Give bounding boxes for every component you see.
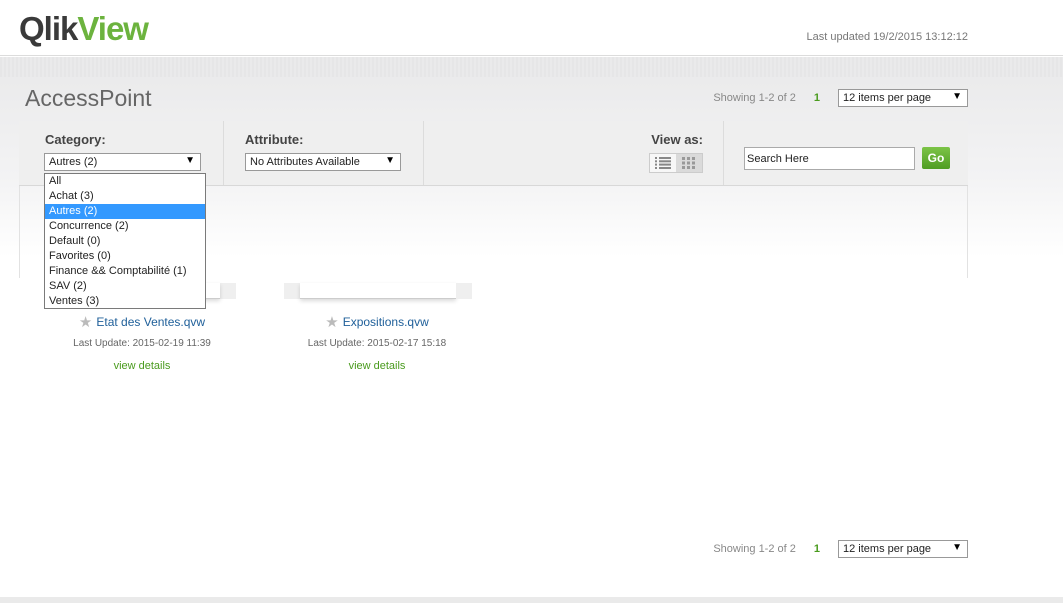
category-option-finance[interactable]: Finance && Comptabilité (1) <box>45 264 205 279</box>
page-title: AccessPoint <box>25 85 152 111</box>
favorite-star-icon[interactable]: ★ <box>79 313 92 331</box>
category-option-all[interactable]: All <box>45 174 205 189</box>
attribute-select-value: No Attributes Available <box>250 156 360 168</box>
category-option-sav[interactable]: SAV (2) <box>45 279 205 294</box>
items-per-page-value: 12 items per page <box>843 543 932 555</box>
grid-view-icon[interactable] <box>676 154 702 172</box>
showing-count: Showing 1-2 of 2 <box>713 92 796 104</box>
category-dropdown-list: All Achat (3) Autres (2) Concurrence (2)… <box>44 173 206 309</box>
chevron-down-icon: ▼ <box>952 542 962 553</box>
pager-top: Showing 1-2 of 2 1 12 items per page ▼ <box>713 89 968 107</box>
top-bar: QlikView Last updated 19/2/2015 13:12:12 <box>0 0 1063 56</box>
view-toggle <box>649 153 703 173</box>
search-input[interactable]: Search Here <box>744 147 915 170</box>
logo-view-text: View <box>77 10 149 47</box>
showing-count: Showing 1-2 of 2 <box>713 543 796 555</box>
document-last-update: Last Update: 2015-02-17 15:18 <box>307 338 447 349</box>
page-number-link[interactable]: 1 <box>814 92 820 104</box>
document-thumbnail[interactable] <box>284 283 472 299</box>
category-label: Category: <box>45 132 106 147</box>
page-number-link[interactable]: 1 <box>814 543 820 555</box>
document-link[interactable]: ★ Expositions.qvw <box>325 313 429 331</box>
search-section: Search Here Go <box>724 121 968 185</box>
logo-qlik-text: Qlik <box>19 10 78 47</box>
category-option-default[interactable]: Default (0) <box>45 234 205 249</box>
items-per-page-value: 12 items per page <box>843 92 932 104</box>
chevron-down-icon: ▼ <box>952 91 962 102</box>
document-name[interactable]: Expositions.qvw <box>343 315 429 329</box>
document-card: ★ Etat des Ventes.qvw Last Update: 2015-… <box>57 313 227 372</box>
view-as-label: View as: <box>651 132 703 147</box>
items-per-page-select[interactable]: 12 items per page ▼ <box>838 89 968 107</box>
category-select[interactable]: Autres (2) ▼ <box>44 153 201 171</box>
category-select-value: Autres (2) <box>49 156 98 168</box>
last-updated-text: Last updated 19/2/2015 13:12:12 <box>806 31 968 43</box>
pager-bottom: Showing 1-2 of 2 1 12 items per page ▼ <box>713 540 968 558</box>
document-card: ★ Expositions.qvw Last Update: 2015-02-1… <box>292 313 462 372</box>
document-last-update: Last Update: 2015-02-19 11:39 <box>73 338 211 349</box>
document-link[interactable]: ★ Etat des Ventes.qvw <box>79 313 205 331</box>
list-view-icon[interactable] <box>650 154 676 172</box>
view-details-link[interactable]: view details <box>292 360 462 372</box>
attribute-label: Attribute: <box>245 132 304 147</box>
category-option-favorites[interactable]: Favorites (0) <box>45 249 205 264</box>
qlikview-logo: QlikView <box>19 10 149 48</box>
document-name[interactable]: Etat des Ventes.qvw <box>96 315 205 329</box>
go-button[interactable]: Go <box>922 147 950 169</box>
items-per-page-select[interactable]: 12 items per page ▼ <box>838 540 968 558</box>
header-band-stripes <box>0 57 1063 77</box>
favorite-star-icon[interactable]: ★ <box>325 313 338 331</box>
attribute-select[interactable]: No Attributes Available ▼ <box>245 153 401 171</box>
chevron-down-icon: ▼ <box>185 155 195 166</box>
view-details-link[interactable]: view details <box>57 360 227 372</box>
category-option-autres[interactable]: Autres (2) <box>45 204 205 219</box>
category-option-achat[interactable]: Achat (3) <box>45 189 205 204</box>
chevron-down-icon: ▼ <box>385 155 395 166</box>
footer-bar <box>0 597 1063 603</box>
view-as-section: View as: <box>424 121 724 185</box>
attribute-section: Attribute: No Attributes Available ▼ <box>224 121 424 185</box>
category-option-concurrence[interactable]: Concurrence (2) <box>45 219 205 234</box>
category-option-ventes[interactable]: Ventes (3) <box>45 294 205 309</box>
